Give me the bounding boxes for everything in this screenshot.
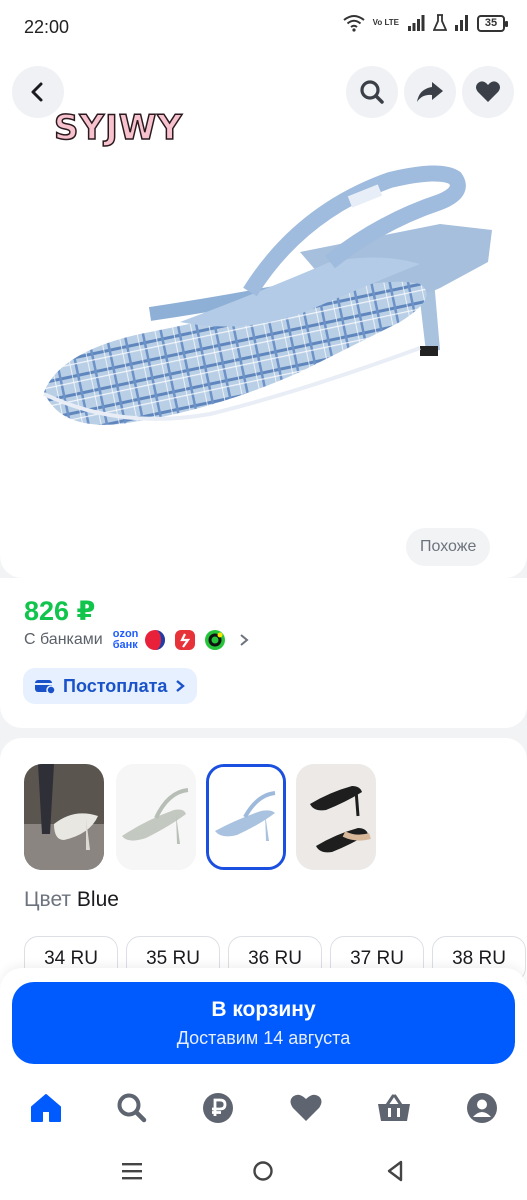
nav-finance[interactable] [198,1088,238,1128]
variant-thumb[interactable] [296,764,376,870]
back-button[interactable] [12,66,64,118]
product-price: 826 ₽ [24,596,96,626]
flask-icon [433,14,447,31]
chevron-right-icon [176,680,186,692]
wifi-icon [343,15,365,32]
color-value: Blue [76,888,119,911]
nav-profile[interactable] [462,1088,502,1128]
bottom-nav [0,1076,527,1138]
postpay-button[interactable]: Постоплата [23,668,198,704]
banks-label: С банками [24,631,103,648]
profile-icon [467,1093,497,1123]
nav-home[interactable] [26,1088,66,1128]
variant-image-white-street [24,764,104,870]
menu-icon [122,1163,142,1180]
product-image[interactable]: SYJWY Похоже [0,52,527,578]
chevron-right-icon [240,634,249,646]
add-to-cart-button[interactable]: В корзину Доставим 14 августа [12,982,515,1064]
variant-image-gray-tweed [116,764,196,870]
system-nav [0,1138,527,1200]
favorite-button[interactable] [462,66,514,118]
delivery-date-label: Доставим 14 августа [176,1028,351,1048]
color-label: Цвет [24,888,72,911]
bank-red-blue-icon [145,630,166,650]
search-icon [360,80,384,104]
variant-image-black [296,764,376,870]
variant-thumb[interactable] [116,764,196,870]
system-home-button[interactable] [248,1156,278,1186]
card-icon [35,680,55,694]
back-triangle-icon [387,1160,403,1182]
status-icons: Vo LTE 35 [343,14,508,32]
variant-image-blue-tweed [209,767,283,867]
nav-catalog[interactable] [112,1088,152,1128]
battery-indicator: 35 [477,14,508,32]
bank-red-square-icon [175,630,196,650]
variant-thumb-selected[interactable] [206,764,286,870]
system-recents-button[interactable] [117,1156,147,1186]
status-bar: 22:00 Vo LTE 35 [0,0,527,52]
add-to-cart-label: В корзину [211,998,316,1021]
bank-green-icon [205,630,226,650]
signal-icon [408,15,425,31]
similar-button[interactable]: Похоже [406,528,491,566]
home-circle-icon [253,1161,273,1181]
volte-indicator: Vo LTE [372,18,399,27]
search-button[interactable] [346,66,398,118]
search-icon [117,1093,147,1123]
chevron-left-icon [31,82,43,102]
share-button[interactable] [404,66,456,118]
bank-offers-row[interactable]: С банками ozon банк [24,629,250,651]
basket-icon [378,1094,410,1121]
share-icon [417,82,443,102]
ozon-bank-logo: ozon банк [112,628,139,651]
heart-icon [476,81,500,102]
variants-card: Цвет Blue 34 RU 35 RU 36 RU 37 RU 38 RU [0,738,527,988]
nav-favorites[interactable] [286,1088,326,1128]
cart-area: В корзину Доставим 14 августа [0,968,527,1076]
nav-cart[interactable] [374,1088,414,1128]
brand-logo-overlay: SYJWY [53,107,183,149]
variant-thumb[interactable] [24,764,104,870]
signal-icon-2 [455,15,468,31]
ruble-icon [203,1093,233,1123]
home-icon [31,1094,61,1122]
heart-icon [290,1094,322,1121]
price-card: 826 ₽ С банками ozon банк Постоплата [0,578,527,728]
system-back-button[interactable] [380,1156,410,1186]
postpay-label: Постоплата [63,675,168,696]
status-time: 22:00 [24,17,70,37]
color-line: Цвет Blue [24,888,119,912]
